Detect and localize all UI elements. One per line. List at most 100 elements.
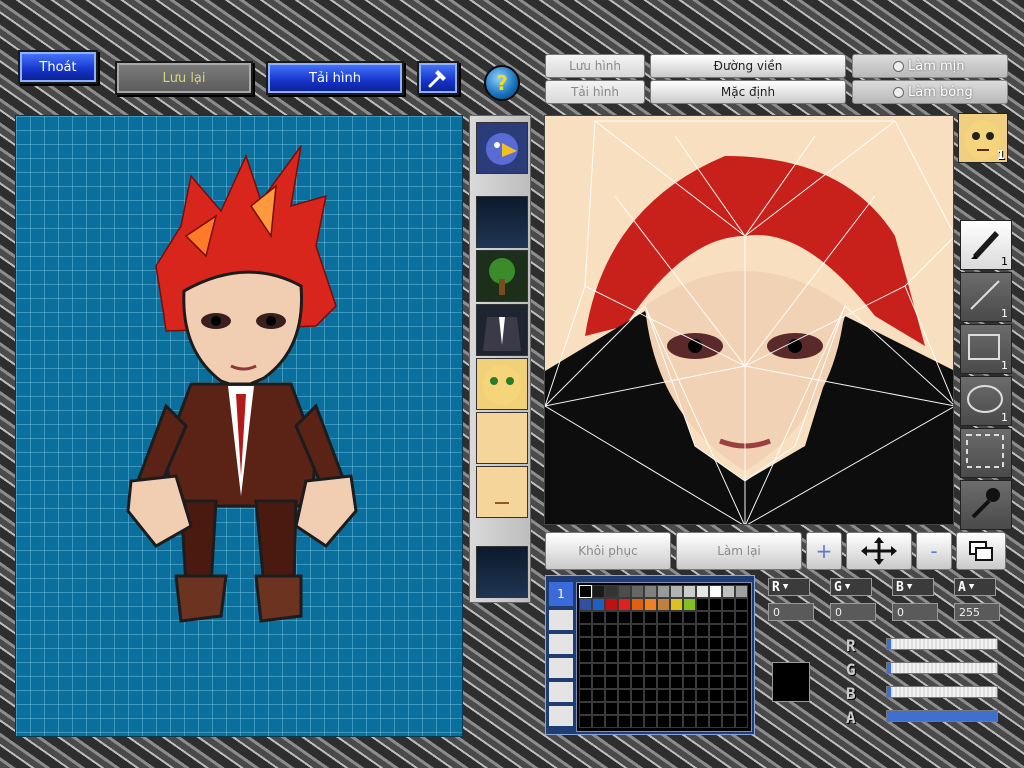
palette-swatch[interactable] xyxy=(696,585,709,598)
palette-swatch[interactable] xyxy=(618,663,631,676)
palette-swatch[interactable] xyxy=(644,637,657,650)
palette-swatch[interactable] xyxy=(735,611,748,624)
palette-swatch[interactable] xyxy=(592,689,605,702)
palette-swatch[interactable] xyxy=(618,624,631,637)
palette-swatch[interactable] xyxy=(683,637,696,650)
texture-canvas[interactable] xyxy=(544,115,954,525)
palette-swatch[interactable] xyxy=(605,637,618,650)
palette-swatch[interactable] xyxy=(670,702,683,715)
palette-swatch[interactable] xyxy=(670,715,683,728)
palette-swatch[interactable] xyxy=(579,598,592,611)
palette-swatch[interactable] xyxy=(670,598,683,611)
palette-swatch[interactable] xyxy=(657,637,670,650)
palette-swatch[interactable] xyxy=(670,676,683,689)
palette-swatch[interactable] xyxy=(631,715,644,728)
palette-tab-4[interactable] xyxy=(549,658,573,678)
help-button[interactable]: ? xyxy=(484,65,520,101)
palette-swatch[interactable] xyxy=(605,715,618,728)
palette-swatch[interactable] xyxy=(605,598,618,611)
zoom-out-button[interactable]: - xyxy=(916,532,952,570)
palette-swatch[interactable] xyxy=(670,611,683,624)
palette-swatch[interactable] xyxy=(709,650,722,663)
palette-swatch[interactable] xyxy=(696,611,709,624)
palette-swatch[interactable] xyxy=(579,650,592,663)
palette-swatch[interactable] xyxy=(644,624,657,637)
palette-swatch[interactable] xyxy=(605,676,618,689)
palette-swatch[interactable] xyxy=(644,689,657,702)
palette-swatch[interactable] xyxy=(579,689,592,702)
palette-swatch[interactable] xyxy=(735,585,748,598)
palette-swatch[interactable] xyxy=(696,598,709,611)
palette-swatch[interactable] xyxy=(657,624,670,637)
default-button[interactable]: Mặc định xyxy=(650,80,846,104)
palette-swatch[interactable] xyxy=(722,663,735,676)
palette-swatch[interactable] xyxy=(670,585,683,598)
palette-swatch[interactable] xyxy=(592,676,605,689)
b-value-field[interactable]: 0 xyxy=(892,603,938,621)
a-value-field[interactable]: 255 xyxy=(954,603,1000,621)
part-slot-face-yellow[interactable] xyxy=(476,358,528,410)
palette-swatch[interactable] xyxy=(618,637,631,650)
palette-swatch[interactable] xyxy=(657,715,670,728)
palette-swatch[interactable] xyxy=(709,663,722,676)
g-value-field[interactable]: 0 xyxy=(830,603,876,621)
palette-swatch[interactable] xyxy=(618,702,631,715)
part-slot-bird[interactable] xyxy=(476,122,528,174)
palette-swatch[interactable] xyxy=(696,650,709,663)
palette-swatch[interactable] xyxy=(735,624,748,637)
save-button[interactable]: Lưu lại xyxy=(115,61,253,95)
palette-swatch[interactable] xyxy=(735,689,748,702)
palette-swatch[interactable] xyxy=(605,650,618,663)
palette-swatch[interactable] xyxy=(644,702,657,715)
palette-swatch[interactable] xyxy=(657,702,670,715)
move-button[interactable] xyxy=(846,532,912,570)
palette-swatch[interactable] xyxy=(709,611,722,624)
palette-swatch[interactable] xyxy=(696,663,709,676)
palette-swatch[interactable] xyxy=(579,702,592,715)
palette-swatch[interactable] xyxy=(618,598,631,611)
exit-button[interactable]: Thoát xyxy=(18,50,98,84)
part-slot-empty-1[interactable] xyxy=(476,196,528,248)
palette-swatch[interactable] xyxy=(657,650,670,663)
palette-swatch[interactable] xyxy=(735,637,748,650)
palette-swatch[interactable] xyxy=(696,702,709,715)
restore-button[interactable]: Khôi phục xyxy=(545,532,671,570)
palette-swatch[interactable] xyxy=(644,611,657,624)
palette-swatch[interactable] xyxy=(683,702,696,715)
palette-swatch[interactable] xyxy=(631,663,644,676)
palette-swatch[interactable] xyxy=(709,689,722,702)
b-slider[interactable] xyxy=(886,686,998,698)
palette-swatch[interactable] xyxy=(722,637,735,650)
palette-swatch[interactable] xyxy=(605,689,618,702)
palette-swatch[interactable] xyxy=(631,702,644,715)
palette-swatch[interactable] xyxy=(592,624,605,637)
outline-button[interactable]: Đường viền xyxy=(650,54,846,78)
palette-swatch[interactable] xyxy=(592,650,605,663)
palette-swatch[interactable] xyxy=(709,585,722,598)
palette-swatch[interactable] xyxy=(657,611,670,624)
eyedropper-tool[interactable] xyxy=(960,480,1012,530)
palette-swatch[interactable] xyxy=(644,650,657,663)
palette-swatch[interactable] xyxy=(579,715,592,728)
palette-swatch[interactable] xyxy=(579,663,592,676)
palette-swatch[interactable] xyxy=(722,611,735,624)
palette-swatch[interactable] xyxy=(683,689,696,702)
palette-tab-1[interactable]: 1 xyxy=(549,582,573,606)
palette-swatch[interactable] xyxy=(683,624,696,637)
palette-swatch[interactable] xyxy=(579,676,592,689)
palette-swatch[interactable] xyxy=(631,650,644,663)
palette-grid[interactable] xyxy=(576,582,752,732)
palette-swatch[interactable] xyxy=(605,702,618,715)
palette-swatch[interactable] xyxy=(683,663,696,676)
palette-swatch[interactable] xyxy=(618,650,631,663)
reload-image-button[interactable]: Tải hình xyxy=(266,61,404,95)
character-preview[interactable] xyxy=(15,115,463,737)
palette-swatch[interactable] xyxy=(670,650,683,663)
palette-swatch[interactable] xyxy=(657,598,670,611)
palette-swatch[interactable] xyxy=(657,585,670,598)
palette-swatch[interactable] xyxy=(735,702,748,715)
line-tool[interactable]: 1 xyxy=(960,272,1012,322)
zoom-in-button[interactable]: + xyxy=(806,532,842,570)
part-slot-face-mouth[interactable] xyxy=(476,466,528,518)
a-slider[interactable] xyxy=(886,710,998,722)
